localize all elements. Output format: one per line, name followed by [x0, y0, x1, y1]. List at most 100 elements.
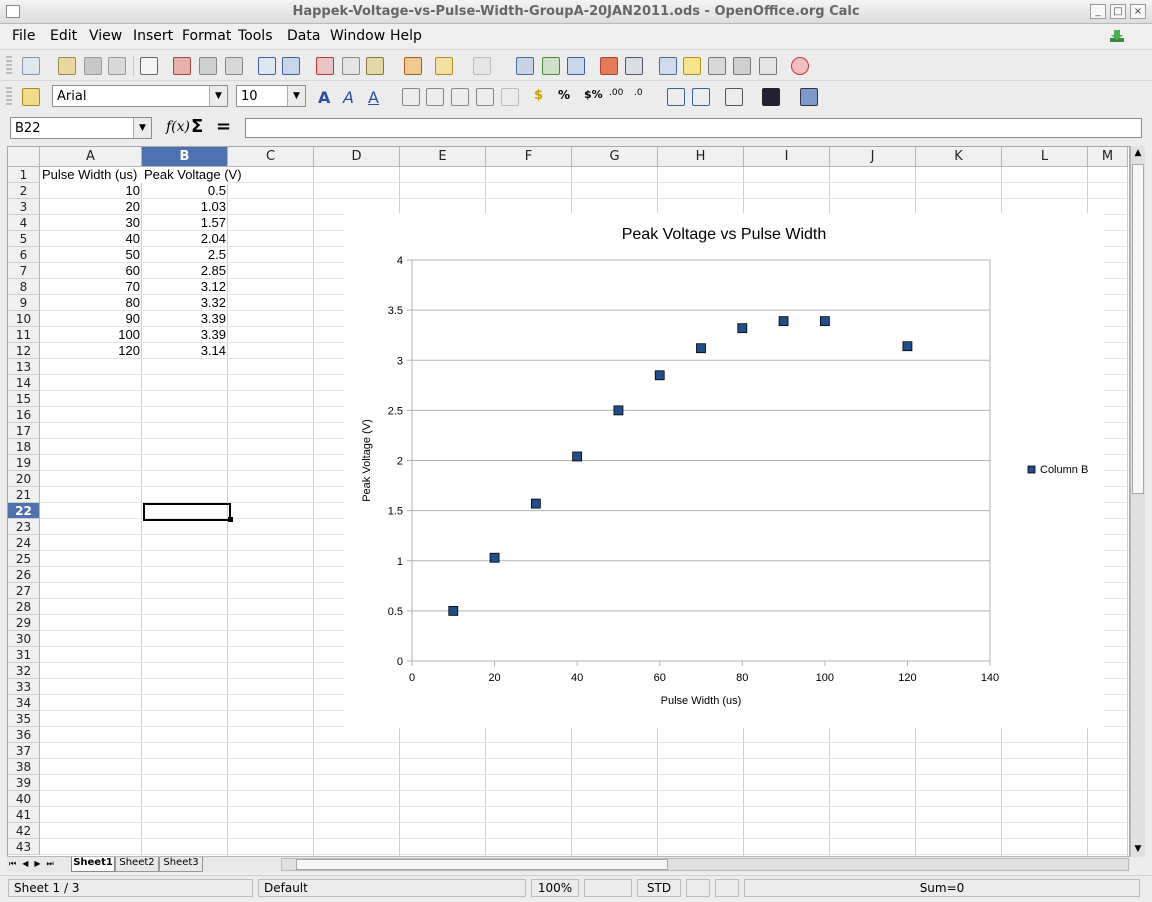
- toolbar-grip[interactable]: [6, 56, 12, 76]
- line-color-icon[interactable]: [762, 88, 780, 106]
- active-cell-cursor[interactable]: [143, 503, 231, 521]
- gallery-icon[interactable]: [708, 57, 726, 75]
- column-header-a[interactable]: A: [40, 147, 142, 167]
- underline-icon[interactable]: A: [368, 88, 386, 107]
- percent-icon[interactable]: %: [558, 88, 576, 106]
- zoom-icon[interactable]: [759, 57, 777, 75]
- cell-a9[interactable]: 80: [40, 295, 142, 311]
- bold-icon[interactable]: A: [318, 88, 336, 107]
- row-header-38[interactable]: 38: [8, 759, 40, 775]
- font-name-combo[interactable]: Arial ▼: [52, 85, 228, 107]
- cell-a4[interactable]: 30: [40, 215, 142, 231]
- formula-input[interactable]: [245, 118, 1142, 138]
- row-header-23[interactable]: 23: [8, 519, 40, 535]
- column-header-e[interactable]: E: [400, 147, 486, 167]
- row-header-20[interactable]: 20: [8, 471, 40, 487]
- cell-b2[interactable]: 0.5: [142, 183, 228, 199]
- row-header-37[interactable]: 37: [8, 743, 40, 759]
- row-header-1[interactable]: 1: [8, 167, 40, 183]
- open-icon[interactable]: [58, 57, 76, 75]
- cell-a1[interactable]: Pulse Width (us): [40, 167, 142, 183]
- row-header-39[interactable]: 39: [8, 775, 40, 791]
- cell-b8[interactable]: 3.12: [142, 279, 228, 295]
- chart[interactable]: 0 0.5 1 1.5 2 2.5 3 3.5 4 0 20 40 60 80 100 120 140 Peak …: [344, 213, 1104, 728]
- row-header-32[interactable]: 32: [8, 663, 40, 679]
- row-header-43[interactable]: 43: [8, 839, 40, 855]
- row-header-7[interactable]: 7: [8, 263, 40, 279]
- row-header-5[interactable]: 5: [8, 231, 40, 247]
- scroll-up-button[interactable]: ▲: [1131, 146, 1145, 160]
- zoom-level[interactable]: 100%: [531, 879, 579, 897]
- row-header-17[interactable]: 17: [8, 423, 40, 439]
- cell-b5[interactable]: 2.04: [142, 231, 228, 247]
- undo-icon[interactable]: [435, 57, 453, 75]
- chart-icon[interactable]: [600, 57, 618, 75]
- cell-b3[interactable]: 1.03: [142, 199, 228, 215]
- close-button[interactable]: ×: [1130, 4, 1146, 19]
- cell-a12[interactable]: 120: [40, 343, 142, 359]
- cell-b9[interactable]: 3.32: [142, 295, 228, 311]
- toolbar-grip[interactable]: [6, 87, 12, 107]
- align-center-icon[interactable]: [426, 88, 444, 106]
- row-header-3[interactable]: 3: [8, 199, 40, 215]
- decrease-indent-icon[interactable]: [667, 88, 685, 106]
- selection-mode[interactable]: STD: [637, 879, 681, 897]
- spreadsheet-grid[interactable]: ABCDEFGHIJKLM 1 2 3 4 5 6 7 8 9 10 11 12 13 14 15 16 17 1…: [7, 146, 1130, 857]
- row-header-35[interactable]: 35: [8, 711, 40, 727]
- cell-a11[interactable]: 100: [40, 327, 142, 343]
- vertical-scrollbar[interactable]: ▲ ▼: [1130, 146, 1145, 857]
- menu-edit[interactable]: Edit: [50, 28, 77, 44]
- column-header-i[interactable]: I: [744, 147, 830, 167]
- column-header-j[interactable]: J: [830, 147, 916, 167]
- chevron-down-icon[interactable]: ▼: [287, 86, 305, 106]
- maximize-button[interactable]: □: [1110, 4, 1126, 19]
- cell-b7[interactable]: 2.85: [142, 263, 228, 279]
- new-document-icon[interactable]: [22, 57, 40, 75]
- menu-window[interactable]: Window: [330, 28, 385, 44]
- find-replace-icon[interactable]: [659, 57, 677, 75]
- row-header-8[interactable]: 8: [8, 279, 40, 295]
- row-header-30[interactable]: 30: [8, 631, 40, 647]
- increase-indent-icon[interactable]: [692, 88, 710, 106]
- spellcheck-icon[interactable]: [258, 57, 276, 75]
- cell-b11[interactable]: 3.39: [142, 327, 228, 343]
- row-header-18[interactable]: 18: [8, 439, 40, 455]
- cell-b12[interactable]: 3.14: [142, 343, 228, 359]
- merge-cells-icon[interactable]: [501, 88, 519, 106]
- scroll-down-button[interactable]: ▼: [1131, 842, 1145, 856]
- currency-icon[interactable]: $: [534, 88, 552, 106]
- sort-ascending-icon[interactable]: [542, 57, 560, 75]
- row-header-34[interactable]: 34: [8, 695, 40, 711]
- sheet-tab-sheet1[interactable]: Sheet1: [71, 857, 115, 872]
- background-color-icon[interactable]: [800, 88, 818, 106]
- copy-icon[interactable]: [342, 57, 360, 75]
- chevron-down-icon[interactable]: ▼: [133, 118, 151, 138]
- row-header-10[interactable]: 10: [8, 311, 40, 327]
- cell-b10[interactable]: 3.39: [142, 311, 228, 327]
- sheet-tab-sheet2[interactable]: Sheet2: [115, 857, 159, 872]
- menu-view[interactable]: View: [89, 28, 122, 44]
- menu-format[interactable]: Format: [182, 28, 231, 44]
- draw-functions-icon[interactable]: [625, 57, 643, 75]
- row-header-9[interactable]: 9: [8, 295, 40, 311]
- column-header-d[interactable]: D: [314, 147, 400, 167]
- column-header-m[interactable]: M: [1088, 147, 1128, 167]
- minimize-button[interactable]: _: [1090, 4, 1106, 19]
- redo-icon[interactable]: [473, 57, 491, 75]
- menu-insert[interactable]: Insert: [133, 28, 173, 44]
- column-header-f[interactable]: F: [486, 147, 572, 167]
- function-icon[interactable]: =: [216, 116, 231, 137]
- cell-a6[interactable]: 50: [40, 247, 142, 263]
- cell-a2[interactable]: 10: [40, 183, 142, 199]
- row-header-41[interactable]: 41: [8, 807, 40, 823]
- cell-a8[interactable]: 70: [40, 279, 142, 295]
- fill-handle[interactable]: [228, 517, 233, 522]
- cell-a3[interactable]: 20: [40, 199, 142, 215]
- cell-a7[interactable]: 60: [40, 263, 142, 279]
- sheet-tab-sheet3[interactable]: Sheet3: [159, 857, 203, 872]
- row-header-14[interactable]: 14: [8, 375, 40, 391]
- chevron-down-icon[interactable]: ▼: [209, 86, 227, 106]
- update-icon[interactable]: [1108, 28, 1126, 44]
- menu-tools[interactable]: Tools: [238, 28, 273, 44]
- row-header-6[interactable]: 6: [8, 247, 40, 263]
